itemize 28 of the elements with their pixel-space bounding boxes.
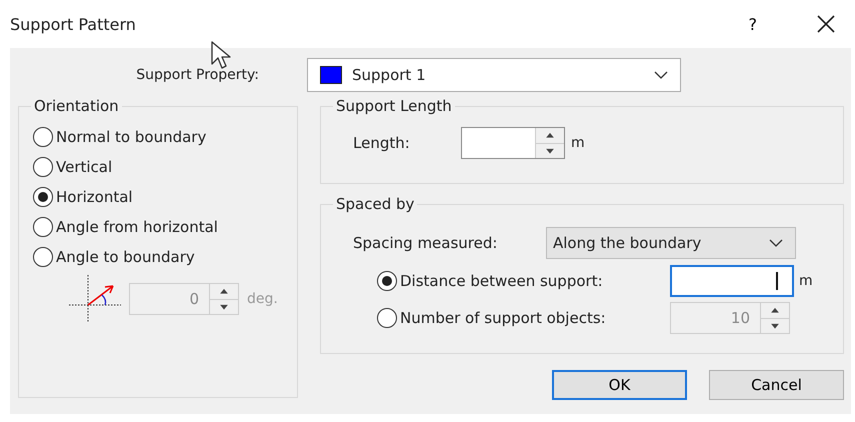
close-icon[interactable]: [817, 15, 835, 33]
unit-label: deg.: [247, 291, 278, 307]
support-property-dropdown[interactable]: Support 1: [307, 58, 681, 92]
ok-button[interactable]: OK: [552, 370, 687, 400]
spacing-label: Spacing measured:: [353, 234, 498, 252]
group-title: Support Length: [333, 97, 455, 115]
radio-label: Number of support objects:: [400, 309, 606, 327]
radio-button[interactable]: [377, 271, 397, 291]
spacing-dropdown[interactable]: Along the boundary: [546, 227, 796, 259]
cancel-button[interactable]: Cancel: [709, 370, 844, 400]
unit-label: m: [571, 135, 585, 151]
group-title: Spaced by: [333, 195, 418, 213]
radio-option[interactable]: Angle to boundary: [33, 247, 297, 267]
length-label: Length:: [353, 134, 411, 152]
window-title: Support Pattern: [10, 14, 136, 34]
unit-label: m: [799, 273, 813, 289]
radio-option[interactable]: Angle from horizontal: [33, 217, 297, 237]
radio-option[interactable]: Vertical: [33, 157, 297, 177]
radio-label: Distance between support:: [400, 272, 603, 290]
cursor-icon: [210, 40, 232, 70]
chevron-icon: [654, 71, 668, 79]
distance-field[interactable]: [670, 265, 794, 297]
angle-diagram-icon: [69, 275, 121, 323]
radio-option[interactable]: Horizontal: [33, 187, 297, 207]
help-button[interactable]: ?: [748, 14, 757, 34]
support-property-label: Support Property:: [135, 67, 260, 83]
chevron-icon: [769, 239, 783, 247]
radio-option[interactable]: Normal to boundary: [33, 127, 297, 147]
